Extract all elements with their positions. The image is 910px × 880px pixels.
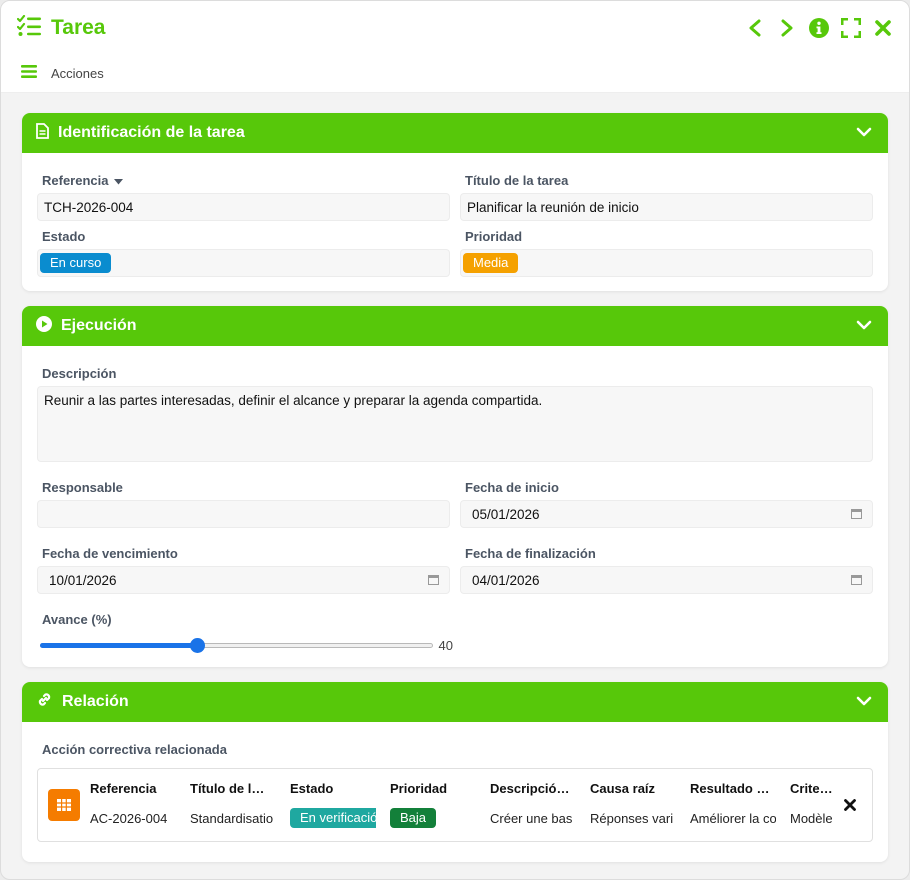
related-badge: En verificación (290, 808, 376, 828)
due-date-value: 10/01/2026 (49, 572, 117, 588)
related-column: Descripció… Créer une bas (490, 781, 590, 829)
priority-label: Prioridad (465, 229, 523, 244)
info-icon[interactable] (809, 18, 829, 38)
identification-header[interactable]: Identificación de la tarea (22, 113, 888, 153)
task-title-field[interactable]: Planificar la reunión de inicio (460, 193, 873, 221)
title-bar: Tarea (1, 1, 909, 55)
execution-title: Ejecución (61, 317, 137, 334)
related-column-header: Prioridad (390, 781, 448, 796)
related-column-header: Causa raíz (590, 781, 656, 796)
responsible-label: Responsable (42, 480, 123, 495)
status-label: Estado (42, 229, 86, 244)
chevron-left-icon[interactable] (745, 18, 765, 38)
chevron-down-icon[interactable] (856, 124, 872, 142)
related-column-value: Standardisatio (190, 810, 274, 826)
identification-title: Identificación de la tarea (58, 124, 245, 141)
related-column: Causa raíz Réponses vari (590, 781, 690, 829)
status-badge: En curso (40, 253, 112, 273)
related-column: Estado En verificación (290, 781, 390, 829)
related-badge: Baja (390, 808, 437, 828)
execution-section: Ejecución Descripción Reunir a las parte… (22, 306, 888, 667)
related-column-header: Resultado … (690, 781, 770, 796)
progress-label: Avance (%) (42, 612, 112, 627)
related-column: Criterio Modèle (790, 781, 834, 829)
task-list-icon (16, 14, 41, 42)
actions-label[interactable]: Acciones (51, 66, 104, 81)
chevron-down-icon[interactable] (856, 693, 872, 711)
related-column-value: En verificación (290, 807, 376, 829)
start-date-field[interactable]: 05/01/2026 (460, 500, 873, 528)
title-group: Tarea (16, 14, 106, 42)
chevron-right-icon[interactable] (777, 18, 797, 38)
related-column-value: Baja (390, 807, 476, 829)
start-date-label: Fecha de inicio (465, 480, 559, 495)
relation-title: Relación (62, 693, 129, 710)
related-action-record[interactable]: Referencia AC-2026-004 Título de l… Standar… (37, 768, 873, 842)
related-column-value: Modèle (790, 810, 833, 826)
execution-header[interactable]: Ejecución (22, 306, 888, 346)
related-column-value: Améliorer la co (690, 810, 776, 826)
calendar-icon[interactable] (428, 573, 439, 588)
play-circle-icon (36, 315, 52, 337)
progress-slider-thumb[interactable] (190, 638, 206, 653)
related-column-value: AC-2026-004 (90, 810, 168, 826)
remove-relation-icon[interactable] (838, 799, 862, 811)
relation-section: Relación Acción correctiva relacionada R… (22, 682, 888, 862)
calendar-icon[interactable] (851, 507, 862, 522)
priority-field[interactable]: Media (460, 249, 873, 277)
progress-slider-fill (40, 643, 197, 648)
responsible-field[interactable] (37, 500, 450, 528)
calendar-icon[interactable] (851, 573, 862, 588)
due-date-field[interactable]: 10/01/2026 (37, 566, 450, 594)
progress-slider[interactable] (40, 638, 433, 653)
link-icon (36, 691, 53, 713)
task-title-label: Título de la tarea (465, 173, 569, 188)
actions-bar[interactable]: Acciones (1, 55, 909, 93)
status-field[interactable]: En curso (37, 249, 450, 277)
description-field[interactable]: Reunir a las partes interesadas, definir… (37, 386, 873, 462)
end-date-field[interactable]: 04/01/2026 (460, 566, 873, 594)
chevron-down-icon[interactable] (856, 317, 872, 335)
progress-value: 40 (438, 638, 453, 653)
document-icon (36, 122, 49, 144)
related-column-header: Referencia (90, 781, 157, 796)
form-content: Identificación de la tarea Referencia TC… (1, 93, 909, 862)
identification-section: Identificación de la tarea Referencia TC… (22, 113, 888, 291)
end-date-value: 04/01/2026 (472, 572, 540, 588)
window-controls (745, 18, 893, 38)
grid-icon (48, 789, 80, 821)
related-column: Referencia AC-2026-004 (90, 781, 190, 829)
menu-icon[interactable] (21, 64, 37, 83)
related-column-header: Estado (290, 781, 334, 796)
priority-badge: Media (463, 253, 519, 273)
task-window: Tarea Acciones Identificación de la tare… (0, 0, 910, 880)
related-column-value: Créer une bas (490, 810, 573, 826)
reference-label: Referencia (37, 169, 450, 193)
reference-field[interactable]: TCH-2026-004 (37, 193, 450, 221)
related-column-header: Descripció… (490, 781, 570, 796)
close-icon[interactable] (873, 18, 893, 38)
caret-down-icon[interactable] (114, 173, 124, 188)
start-date-value: 05/01/2026 (472, 506, 540, 522)
related-column: Resultado … Améliorer la co (690, 781, 790, 829)
end-date-label: Fecha de finalización (465, 546, 596, 561)
relation-header[interactable]: Relación (22, 682, 888, 722)
related-action-columns: Referencia AC-2026-004 Título de l… Standar… (90, 781, 838, 829)
expand-icon[interactable] (841, 18, 861, 38)
due-date-label: Fecha de vencimiento (42, 546, 178, 561)
window-title: Tarea (51, 16, 106, 39)
description-label: Descripción (42, 366, 117, 381)
related-column: Título de l… Standardisatio (190, 781, 290, 829)
progress-slider-row: 40 (37, 632, 457, 653)
related-column-header: Título de l… (190, 781, 265, 796)
related-column-header: Criterio (790, 781, 834, 796)
related-column-value: Réponses vari (590, 810, 674, 826)
related-action-label: Acción correctiva relacionada (42, 742, 227, 757)
related-column: Prioridad Baja (390, 781, 490, 829)
